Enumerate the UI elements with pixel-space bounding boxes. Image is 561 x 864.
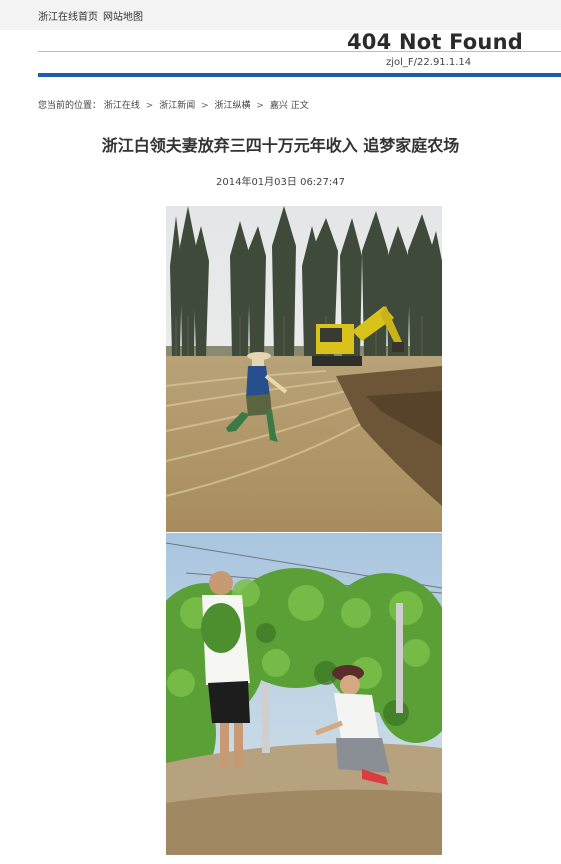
article-photo-vineyard — [166, 533, 442, 855]
breadcrumb-item-news[interactable]: 浙江新闻 — [159, 101, 195, 111]
breadcrumb-separator: > — [145, 101, 154, 111]
breadcrumb-item-zongheng[interactable]: 浙江纵横 — [215, 101, 251, 111]
article-photo-field — [166, 206, 442, 532]
divider — [38, 51, 561, 52]
breadcrumb-current: 正文 — [290, 101, 309, 111]
article-title: 浙江白领夫妻放弃三四十万元年收入 追梦家庭农场 — [101, 136, 460, 155]
sitemap-link[interactable]: 网站地图 — [103, 8, 143, 23]
breadcrumb-item-zjol[interactable]: 浙江在线 — [104, 101, 140, 111]
breadcrumb-separator: > — [256, 101, 264, 111]
home-link[interactable]: 浙江在线首页 — [38, 8, 98, 23]
breadcrumb-separator: > — [201, 101, 209, 111]
error-code: zjol_F/22.91.1.14 — [386, 57, 472, 68]
breadcrumb: 您当前的位置： 浙江在线 > 浙江新闻 > 浙江纵横 > 嘉兴 正文 — [38, 98, 309, 111]
breadcrumb-prefix: 您当前的位置： — [38, 101, 102, 111]
header-blue-bar — [38, 73, 561, 77]
top-nav-bar: 浙江在线首页 网站地图 — [0, 0, 561, 30]
article-timestamp: 2014年01月03日 06:27:47 — [216, 177, 345, 188]
breadcrumb-item-jiaxing[interactable]: 嘉兴 — [270, 101, 288, 111]
